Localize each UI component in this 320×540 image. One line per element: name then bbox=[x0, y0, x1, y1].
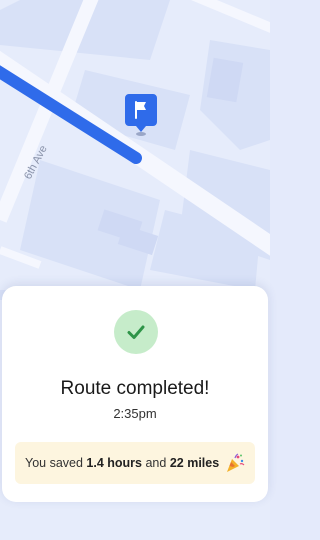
savings-prefix: You saved bbox=[25, 456, 83, 470]
savings-connector: and bbox=[145, 456, 167, 470]
savings-miles: 22 miles bbox=[169, 456, 220, 470]
destination-flag-pin-icon[interactable] bbox=[125, 94, 157, 136]
completion-time: 2:35pm bbox=[113, 406, 157, 421]
route-completed-card: Route completed! 2:35pm You saved 1.4 ho… bbox=[2, 286, 268, 502]
checkmark-icon bbox=[114, 310, 158, 354]
completion-title: Route completed! bbox=[60, 378, 210, 399]
savings-hours: 1.4 hours bbox=[86, 456, 142, 470]
party-popper-icon bbox=[227, 453, 245, 472]
savings-banner: You saved 1.4 hours and 22 miles bbox=[15, 442, 255, 484]
